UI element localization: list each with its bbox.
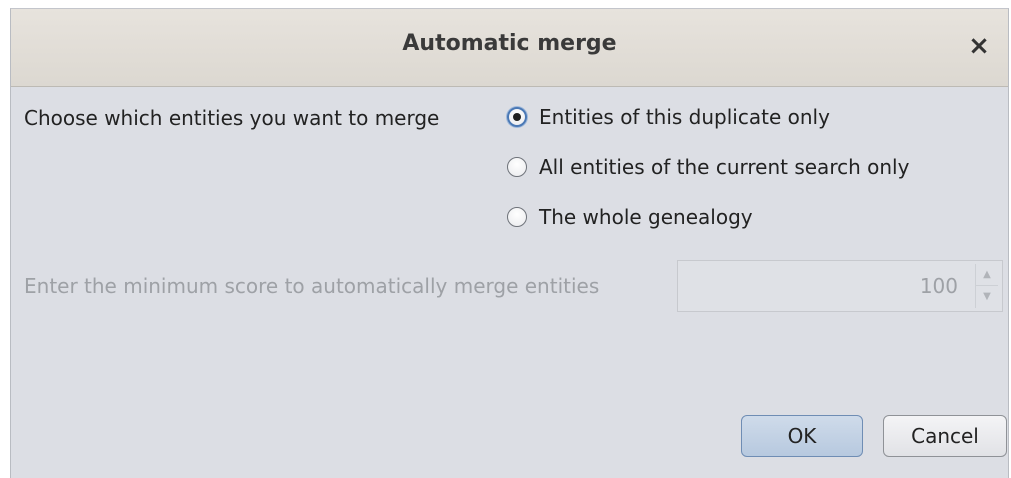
radio-button-selected[interactable] — [507, 107, 527, 127]
min-score-value: 100 — [919, 274, 958, 298]
merge-scope-label: Choose which entities you want to merge — [24, 106, 440, 130]
radio-entities-of-duplicate[interactable]: Entities of this duplicate only — [507, 102, 830, 132]
radio-label: The whole genealogy — [539, 205, 753, 229]
dialog-titlebar: Automatic merge × — [11, 9, 1008, 87]
radio-whole-genealogy[interactable]: The whole genealogy — [507, 202, 753, 232]
automatic-merge-dialog: Automatic merge × Choose which entities … — [10, 8, 1009, 478]
chevron-up-icon[interactable]: ▲ — [976, 264, 998, 286]
radio-dot — [513, 113, 521, 121]
radio-label: All entities of the current search only — [539, 155, 910, 179]
radio-all-entities-current-search[interactable]: All entities of the current search only — [507, 152, 909, 182]
radio-label: Entities of this duplicate only — [539, 105, 830, 129]
radio-button[interactable] — [507, 157, 527, 177]
radio-button[interactable] — [507, 207, 527, 227]
min-score-label: Enter the minimum score to automatically… — [24, 274, 600, 298]
cancel-button[interactable]: Cancel — [883, 415, 1007, 457]
spinner-arrows: ▲ ▼ — [975, 264, 998, 308]
min-score-spinner[interactable]: 100 ▲ ▼ — [677, 260, 1003, 312]
close-icon[interactable]: × — [964, 31, 994, 61]
ok-button[interactable]: OK — [741, 415, 863, 457]
dialog-title: Automatic merge — [402, 31, 617, 56]
chevron-down-icon[interactable]: ▼ — [976, 286, 998, 308]
